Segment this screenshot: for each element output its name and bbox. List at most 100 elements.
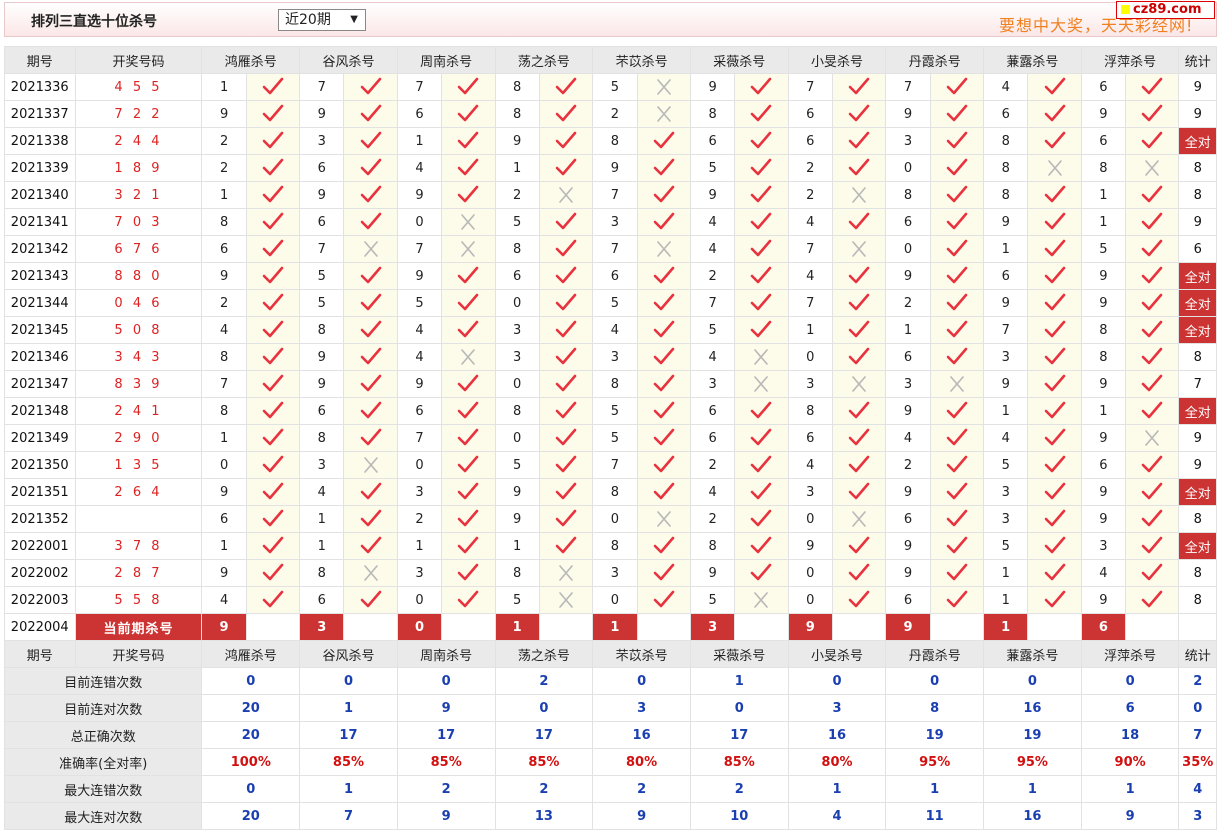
column-header-expert[interactable]: 采薇杀号 bbox=[689, 640, 789, 668]
kill-number: 1 bbox=[299, 532, 345, 560]
column-header-expert[interactable]: 丹霞杀号 bbox=[885, 46, 985, 74]
result-mark bbox=[538, 424, 594, 452]
result-mark bbox=[636, 262, 691, 290]
column-header-expert[interactable]: 芣苡杀号 bbox=[592, 46, 691, 74]
table-row: 2022001 3 7 8 1 1 1 1 8 8 9 9 5 3 全对 bbox=[4, 532, 1217, 560]
kill-number: 3 bbox=[494, 316, 540, 344]
column-header-expert[interactable]: 周南杀号 bbox=[396, 46, 496, 74]
column-header-expert[interactable]: 周南杀号 bbox=[396, 640, 496, 668]
result-mark bbox=[1027, 289, 1082, 317]
kill-number: 8 bbox=[592, 478, 638, 506]
table-row: 2021350 1 3 503057242569 bbox=[4, 451, 1217, 479]
kill-number: 3 bbox=[983, 343, 1029, 371]
issue-number: 2021343 bbox=[4, 262, 76, 290]
check-icon bbox=[262, 158, 284, 176]
check-icon bbox=[555, 77, 577, 95]
column-header-expert[interactable]: 蒹露杀号 bbox=[983, 46, 1082, 74]
column-header-expert[interactable]: 鸿雁杀号 bbox=[201, 46, 301, 74]
column-header-expert[interactable]: 采薇杀号 bbox=[689, 46, 789, 74]
summary-label: 最大连错次数 bbox=[3, 775, 203, 803]
column-header-expert[interactable]: 鸿雁杀号 bbox=[201, 640, 301, 668]
kill-number: 9 bbox=[299, 100, 345, 128]
result-mark bbox=[1125, 289, 1180, 317]
kill-number: 3 bbox=[983, 478, 1029, 506]
cross-icon bbox=[656, 79, 671, 95]
summary-value: 100% bbox=[201, 748, 301, 776]
check-icon bbox=[751, 104, 772, 122]
result-mark bbox=[245, 397, 301, 425]
column-header-expert[interactable]: 蒹露杀号 bbox=[983, 640, 1082, 668]
kill-number: 1 bbox=[201, 424, 247, 452]
result-mark bbox=[538, 586, 594, 614]
draw-numbers: 8 3 9 bbox=[74, 370, 203, 398]
column-header-expert[interactable]: 芣苡杀号 bbox=[592, 640, 691, 668]
cross-icon bbox=[1145, 160, 1160, 176]
column-header-expert[interactable]: 谷风杀号 bbox=[299, 46, 398, 74]
kill-number: 1 bbox=[885, 316, 931, 344]
column-header-expert[interactable]: 谷风杀号 bbox=[299, 640, 398, 668]
result-mark bbox=[245, 100, 301, 128]
check-icon bbox=[555, 212, 577, 230]
current-kill-number: 9 bbox=[885, 613, 931, 641]
kill-number: 5 bbox=[689, 154, 736, 182]
result-mark bbox=[636, 289, 691, 317]
current-kill-number: 6 bbox=[1080, 613, 1127, 641]
kill-number: 9 bbox=[885, 100, 931, 128]
kill-number: 0 bbox=[396, 451, 443, 479]
column-header-expert[interactable]: 浮萍杀号 bbox=[1080, 640, 1180, 668]
result-mark bbox=[636, 532, 691, 560]
result-mark bbox=[1125, 397, 1180, 425]
column-header-expert[interactable]: 荡之杀号 bbox=[494, 640, 594, 668]
summary-label: 总正确次数 bbox=[3, 721, 203, 749]
table-row: 2021349 2 9 01 8 7 0 5 6 6 4 4 9 9 bbox=[4, 424, 1217, 452]
check-icon bbox=[262, 590, 284, 608]
table-row: 2021343 8 8 0 9 5 9 6 6 2 4 9 6 9 全对 bbox=[4, 262, 1217, 290]
period-select[interactable]: 近20期 ▼ bbox=[278, 9, 366, 31]
check-icon bbox=[848, 158, 870, 176]
column-header-expert[interactable]: 荡之杀号 bbox=[494, 46, 594, 74]
check-icon bbox=[946, 77, 968, 95]
kill-number: 5 bbox=[299, 289, 345, 317]
kill-number: 5 bbox=[396, 289, 443, 317]
draw-numbers: 6 7 6 bbox=[74, 235, 203, 263]
issue-number: 2021350 bbox=[4, 451, 76, 479]
column-header-expert[interactable]: 丹霞杀号 bbox=[885, 640, 985, 668]
summary-value: 1 bbox=[299, 694, 398, 722]
check-icon bbox=[1141, 320, 1163, 338]
kill-number: 6 bbox=[787, 127, 833, 155]
table-row: 2021339 1 8 926419520888 bbox=[4, 154, 1217, 182]
draw-numbers bbox=[74, 505, 203, 533]
current-kill-empty bbox=[441, 613, 496, 641]
result-mark bbox=[245, 154, 301, 182]
all-correct-badge: 全对 bbox=[1178, 532, 1217, 560]
result-mark bbox=[441, 451, 496, 479]
summary-value: 9 bbox=[592, 802, 691, 830]
check-icon bbox=[1044, 266, 1065, 284]
column-header-expert[interactable]: 浮萍杀号 bbox=[1080, 46, 1180, 74]
column-header-expert[interactable]: 小旻杀号 bbox=[787, 640, 887, 668]
summary-value: 0 bbox=[299, 667, 398, 695]
row-stat: 9 bbox=[1178, 208, 1217, 236]
summary-value: 95% bbox=[885, 748, 985, 776]
check-icon bbox=[946, 293, 968, 311]
check-icon bbox=[262, 185, 284, 203]
result-mark bbox=[245, 262, 301, 290]
summary-row: 总正确次数 20 17 17 17 16 17 16 19 19 18 7 bbox=[3, 721, 1217, 749]
kill-number: 4 bbox=[787, 262, 833, 290]
result-mark bbox=[929, 289, 985, 317]
check-icon bbox=[946, 563, 968, 581]
result-mark bbox=[343, 370, 398, 398]
check-icon bbox=[946, 347, 968, 365]
column-header-expert[interactable]: 小旻杀号 bbox=[787, 46, 887, 74]
row-stat: 9 bbox=[1178, 451, 1217, 479]
summary-value: 6 bbox=[1080, 694, 1180, 722]
kill-number: 3 bbox=[787, 478, 833, 506]
check-icon bbox=[262, 482, 284, 500]
kill-number: 6 bbox=[689, 397, 736, 425]
site-logo[interactable]: cz89.com bbox=[1116, 1, 1215, 19]
kill-number: 1 bbox=[1080, 181, 1127, 209]
check-icon bbox=[751, 77, 772, 95]
result-mark bbox=[441, 154, 496, 182]
summary-stat: 7 bbox=[1178, 721, 1217, 749]
all-correct-badge: 全对 bbox=[1178, 397, 1217, 425]
